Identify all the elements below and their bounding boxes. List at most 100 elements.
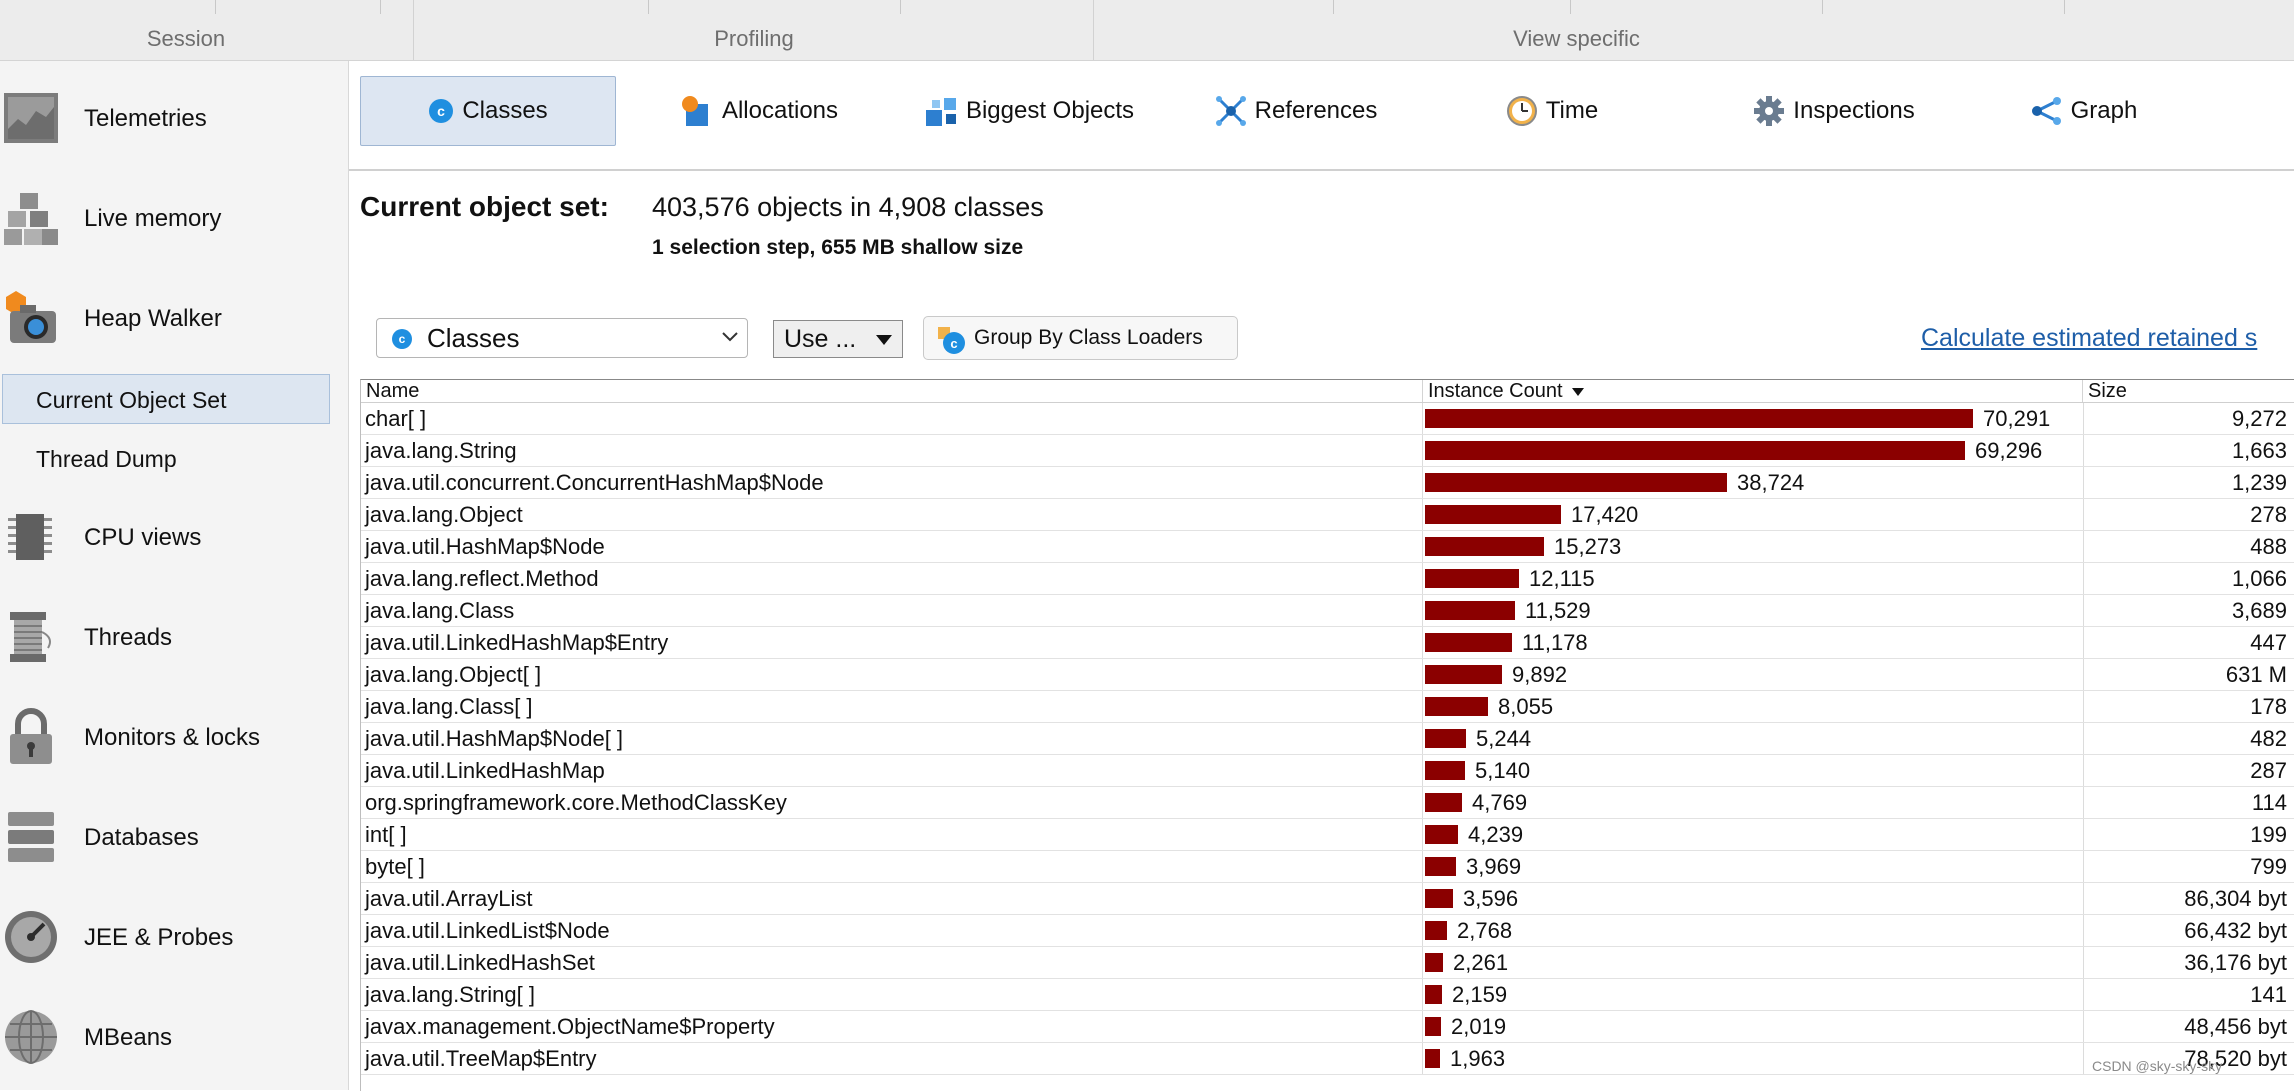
sidebar-item-monitors-locks[interactable]: Monitors & locks	[0, 698, 348, 778]
instance-count-cell: 38,724	[1423, 467, 2082, 498]
sidebar-item-threads[interactable]: Threads	[0, 598, 348, 678]
table-row[interactable]: java.lang.Class 11,529 3,689	[361, 595, 2294, 627]
tab-classes[interactable]: c Classes	[360, 76, 616, 146]
size-value: 1,663	[2231, 438, 2287, 463]
class-name-cell: char[ ]	[365, 406, 427, 431]
tab-graph[interactable]: Graph	[2009, 76, 2159, 146]
size-cell: 141	[2083, 979, 2294, 1010]
instance-count-bar	[1425, 1049, 1440, 1068]
view-select-value: Classes	[427, 323, 520, 353]
tab-biggest-objects[interactable]: Biggest Objects	[899, 76, 1159, 146]
instance-count-value: 1,963	[1450, 1046, 1506, 1071]
column-header-size[interactable]: Size	[2083, 380, 2294, 402]
instance-count-cell: 11,178	[1423, 627, 2082, 658]
tab-allocations[interactable]: Allocations	[649, 76, 869, 146]
table-row[interactable]: java.lang.reflect.Method 12,115 1,066	[361, 563, 2294, 595]
column-header-instance-count[interactable]: Instance Count	[1423, 380, 2083, 402]
table-row[interactable]: java.lang.Object 17,420 278	[361, 499, 2294, 531]
sidebar-subitem-label: Thread Dump	[36, 446, 177, 472]
table-row[interactable]: int[ ] 4,239 199	[361, 819, 2294, 851]
table-row[interactable]: java.lang.String[ ] 2,159 141	[361, 979, 2294, 1011]
class-name-cell: int[ ]	[365, 822, 407, 847]
sidebar-subitem-current-object-set[interactable]: Current Object Set	[2, 374, 330, 424]
size-cell: 9,272	[2083, 403, 2294, 434]
chevron-down-icon	[722, 332, 738, 342]
table-row[interactable]: java.util.LinkedList$Node 2,768 66,432 byt	[361, 915, 2294, 947]
ribbon-group-label: Session	[146, 26, 226, 51]
sidebar-item-live-memory[interactable]: Live memory	[0, 179, 348, 259]
tab-label: Time	[1545, 97, 1599, 124]
table-row[interactable]: java.util.LinkedHashSet 2,261 36,176 byt	[361, 947, 2294, 979]
size-value: 48,456 byt	[2184, 1014, 2287, 1039]
instance-count-bar	[1425, 729, 1466, 748]
use-button-label: Use ...	[784, 325, 857, 353]
table-row[interactable]: java.util.HashMap$Node[ ] 5,244 482	[361, 723, 2294, 755]
sidebar-item-heap-walker[interactable]: Heap Walker	[0, 279, 348, 359]
svg-text:c: c	[950, 336, 957, 351]
table-row[interactable]: java.util.LinkedHashMap 5,140 287	[361, 755, 2294, 787]
instance-count-cell: 11,529	[1423, 595, 2082, 626]
watermark: CSDN @sky-sky-sky	[2092, 1058, 2223, 1074]
sidebar-item-label: Monitors & locks	[84, 724, 261, 751]
table-row[interactable]: java.util.HashMap$Node 15,273 488	[361, 531, 2294, 563]
tab-time[interactable]: Time	[1457, 76, 1647, 146]
size-value: 1,239	[2231, 470, 2287, 495]
group-by-class-loaders-button[interactable]: c Group By Class Loaders	[923, 316, 1238, 360]
size-value: 1,066	[2231, 566, 2287, 591]
threads-icon	[10, 612, 51, 662]
sidebar-item-telemetries[interactable]: Telemetries	[0, 79, 348, 159]
sidebar-item-cpu-views[interactable]: CPU views	[0, 498, 348, 578]
view-select-dropdown[interactable]: c Classes	[376, 318, 748, 358]
use-dropdown-button[interactable]: Use ...	[773, 320, 903, 358]
instance-count-cell: 17,420	[1423, 499, 2082, 530]
tab-label: Inspections	[1793, 97, 1915, 124]
instance-count-value: 2,159	[1452, 982, 1508, 1007]
class-name-cell: java.util.HashMap$Node	[365, 534, 605, 559]
live-memory-icon	[4, 193, 58, 245]
table-row[interactable]: java.util.ArrayList 3,596 86,304 byt	[361, 883, 2294, 915]
tab-label: References	[1254, 97, 1378, 124]
table-row[interactable]: org.springframework.core.MethodClassKey 4…	[361, 787, 2294, 819]
instance-count-bar	[1425, 761, 1465, 780]
table-row[interactable]: java.lang.Object[ ] 9,892 631 M	[361, 659, 2294, 691]
table-row[interactable]: java.lang.String 69,296 1,663	[361, 435, 2294, 467]
calculate-retained-sizes-link[interactable]: Calculate estimated retained s	[1921, 324, 2257, 353]
instance-count-value: 4,769	[1472, 790, 1528, 815]
tab-inspections[interactable]: Inspections	[1719, 76, 1949, 146]
table-row[interactable]: javax.management.ObjectName$Property 2,01…	[361, 1011, 2294, 1043]
size-value: 482	[2250, 726, 2287, 751]
heap-walker-icon	[6, 291, 56, 343]
table-row[interactable]: byte[ ] 3,969 799	[361, 851, 2294, 883]
size-value: 799	[2250, 854, 2287, 879]
size-value: 178	[2250, 694, 2287, 719]
class-loader-icon: c	[938, 327, 965, 354]
databases-icon	[8, 812, 54, 862]
size-cell: 66,432 byt	[2083, 915, 2294, 946]
instance-count-value: 5,244	[1476, 726, 1532, 751]
class-name-cell: javax.management.ObjectName$Property	[365, 1014, 775, 1039]
sidebar-item-label: Live memory	[84, 205, 222, 232]
instance-count-bar	[1425, 953, 1443, 972]
size-cell: 1,663	[2083, 435, 2294, 466]
size-value: 488	[2250, 534, 2287, 559]
class-name-cell: java.util.LinkedList$Node	[365, 918, 610, 943]
instance-count-value: 2,019	[1451, 1014, 1507, 1039]
table-row[interactable]: java.util.TreeMap$Entry 1,963 78,520 byt	[361, 1043, 2294, 1075]
table-row[interactable]: java.util.LinkedHashMap$Entry 11,178 447	[361, 627, 2294, 659]
table-row[interactable]: java.lang.Class[ ] 8,055 178	[361, 691, 2294, 723]
table-row[interactable]: java.util.concurrent.ConcurrentHashMap$N…	[361, 467, 2294, 499]
instance-count-cell: 69,296	[1423, 435, 2082, 466]
sidebar-subitem-thread-dump[interactable]: Thread Dump	[0, 434, 348, 484]
tab-references[interactable]: References	[1191, 76, 1401, 146]
table-row[interactable]: char[ ] 70,291 9,272	[361, 403, 2294, 435]
object-set-summary: 403,576 objects in 4,908 classes	[652, 192, 1044, 222]
sidebar-item-mbeans[interactable]: MBeans	[0, 998, 348, 1078]
instance-count-cell: 4,239	[1423, 819, 2082, 850]
size-value: 3,689	[2231, 598, 2287, 623]
column-header-name[interactable]: Name	[361, 380, 1423, 402]
size-cell: 799	[2083, 851, 2294, 882]
sidebar-item-databases[interactable]: Databases	[0, 798, 348, 878]
class-name-cell: java.lang.Class	[365, 598, 515, 623]
tab-label: Allocations	[721, 97, 839, 124]
sidebar-item-jee-probes[interactable]: JEE & Probes	[0, 898, 348, 978]
